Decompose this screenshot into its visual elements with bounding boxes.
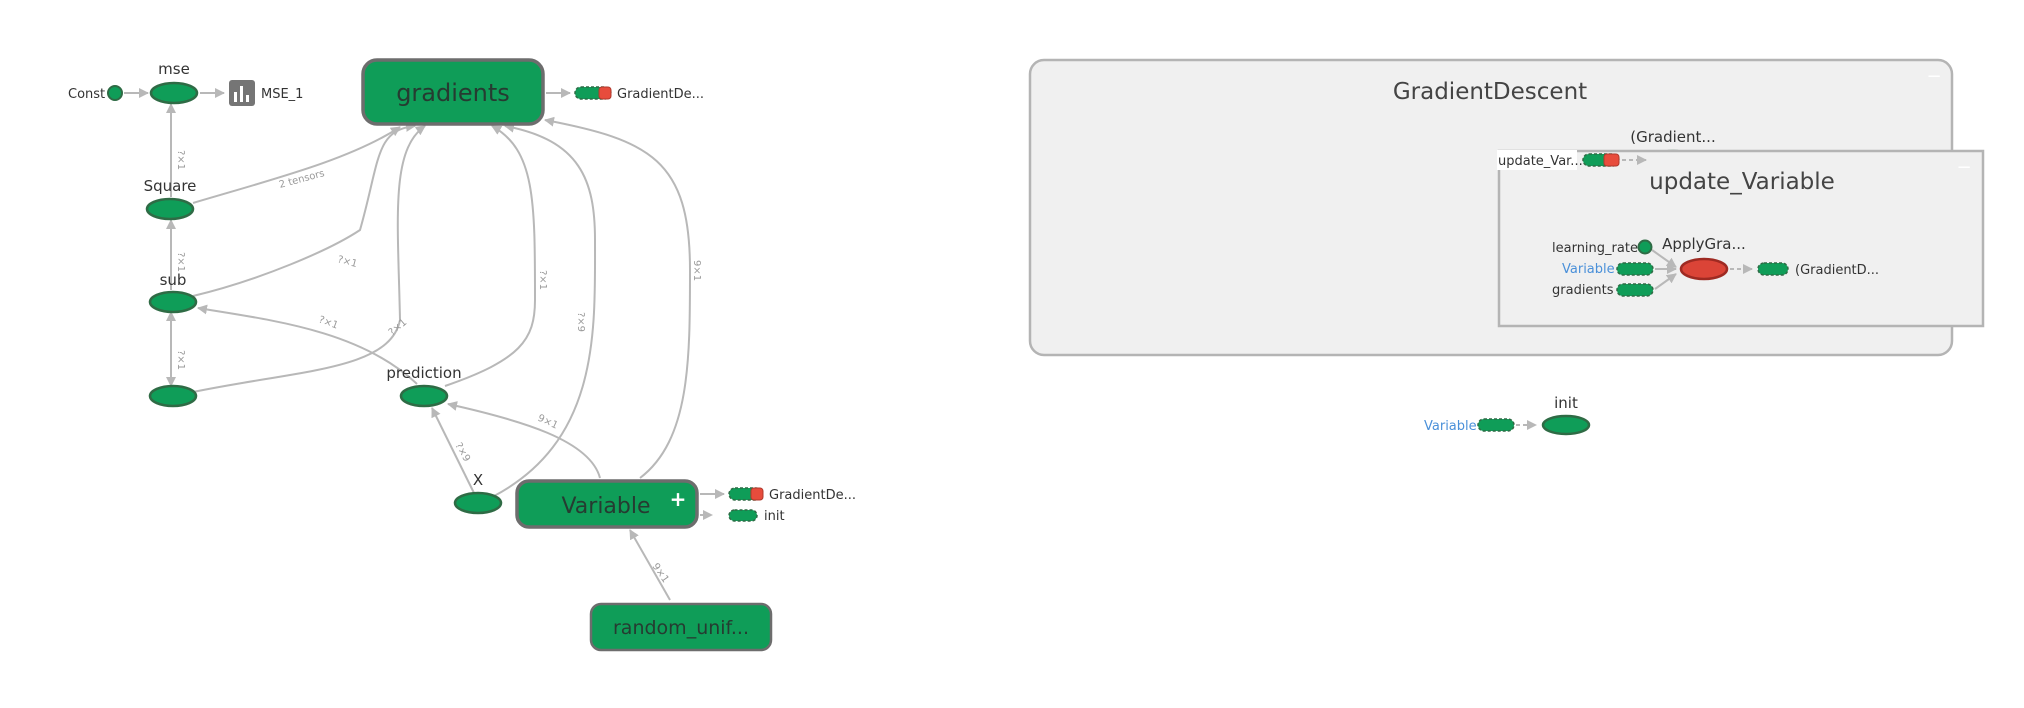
placeholder-node[interactable] bbox=[148, 384, 198, 408]
edge-label: 9×1 bbox=[691, 260, 702, 281]
edge-label: ?×1 bbox=[387, 317, 409, 338]
variable-init-ref[interactable] bbox=[728, 509, 758, 522]
const-node[interactable] bbox=[107, 85, 123, 101]
collapse-icon[interactable]: − bbox=[1926, 66, 1941, 87]
prediction-label: prediction bbox=[386, 364, 461, 382]
edge-label: ?×1 bbox=[537, 270, 548, 290]
apply-gradient-label: ApplyGra... bbox=[1662, 235, 1746, 253]
edge-label: ?×9 bbox=[452, 441, 472, 464]
edge-label: ?×1 bbox=[175, 350, 186, 370]
init-variable-link[interactable]: Variable bbox=[1424, 419, 1477, 434]
init-label: init bbox=[1554, 394, 1578, 412]
init-node[interactable] bbox=[1541, 414, 1591, 436]
update-var-ref-label: update_Var... bbox=[1498, 154, 1583, 169]
edge-label: ?×1 bbox=[317, 314, 340, 331]
gradient-d-ref-label: (GradientD... bbox=[1795, 263, 1879, 278]
square-label: Square bbox=[144, 177, 197, 195]
random-uniform-label: random_unif... bbox=[613, 617, 749, 639]
variable-label: Variable bbox=[561, 494, 650, 519]
edge-label: ?×9 bbox=[575, 312, 586, 332]
square-node[interactable] bbox=[145, 197, 195, 221]
edge-label: ?×1 bbox=[175, 252, 186, 272]
gradient-d-ref-node[interactable] bbox=[1757, 262, 1789, 276]
variable-init-label: init bbox=[764, 509, 785, 524]
mse1-summary-node[interactable] bbox=[229, 80, 255, 106]
gradients-gd-ref[interactable] bbox=[574, 86, 612, 100]
edge-prediction-gradients bbox=[444, 125, 537, 387]
gradients-label: gradients bbox=[396, 79, 510, 107]
prediction-node[interactable] bbox=[399, 384, 449, 408]
mse-label: mse bbox=[158, 60, 190, 78]
x-node[interactable] bbox=[453, 491, 503, 515]
edge-sub-gradients bbox=[192, 121, 416, 297]
expand-icon[interactable]: + bbox=[670, 487, 687, 511]
init-variable-ref-node[interactable] bbox=[1477, 418, 1515, 432]
edge-x-gradients bbox=[493, 122, 597, 497]
sub-label: sub bbox=[160, 271, 187, 289]
gd-gradient-ref-label: (Gradient... bbox=[1630, 128, 1715, 146]
mse1-label: MSE_1 bbox=[261, 87, 303, 102]
gradients-input-label: gradients bbox=[1552, 283, 1614, 298]
learning-rate-label: learning_rate bbox=[1552, 241, 1638, 256]
gradients-ref-node[interactable] bbox=[1616, 283, 1654, 297]
edge-label: 9×1 bbox=[650, 561, 671, 585]
sub-node[interactable] bbox=[148, 290, 198, 314]
gradients-gd-label: GradientDe... bbox=[617, 87, 704, 102]
variable-ref-node[interactable] bbox=[1616, 262, 1654, 276]
collapse-icon[interactable]: − bbox=[1956, 157, 1971, 178]
x-label: X bbox=[473, 471, 483, 489]
edge-label: ?×1 bbox=[175, 150, 186, 170]
edge-placeholder-gradients bbox=[192, 125, 426, 393]
apply-gradient-node[interactable] bbox=[1679, 257, 1729, 281]
variable-gd-label: GradientDe... bbox=[769, 488, 856, 503]
edge-label: 2 tensors bbox=[278, 168, 326, 191]
variable-link[interactable]: Variable bbox=[1562, 262, 1615, 277]
edge-variable-prediction bbox=[447, 401, 601, 479]
update-var-ref[interactable] bbox=[1582, 153, 1620, 167]
variable-gd-ref[interactable] bbox=[728, 487, 764, 501]
learning-rate-node[interactable] bbox=[1637, 239, 1653, 255]
gradient-descent-title: GradientDescent bbox=[1393, 79, 1587, 105]
graph-canvas[interactable]: ?×1 2 tensors ?×1 ?×1 ?×1 ?×1 ?×1 ?×1 ?×… bbox=[0, 0, 2024, 708]
update-variable-title: update_Variable bbox=[1649, 169, 1835, 195]
edge-random-variable bbox=[629, 529, 671, 601]
edge-label: ?×1 bbox=[336, 254, 358, 270]
const-label: Const bbox=[68, 87, 105, 102]
mse-node[interactable] bbox=[149, 81, 199, 105]
